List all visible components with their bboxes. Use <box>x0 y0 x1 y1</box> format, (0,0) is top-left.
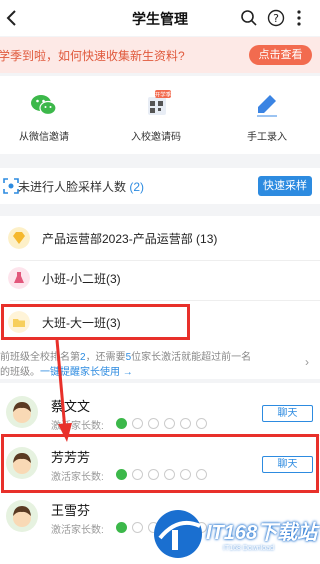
inactive-parent-icon <box>180 469 191 481</box>
inactive-parent-icon <box>180 418 191 430</box>
activated-parents-label: 激活家长数: <box>51 472 104 483</box>
face-sampling-count: (2) <box>129 180 145 194</box>
student-avatar <box>6 500 38 532</box>
svg-text:?: ? <box>273 12 279 25</box>
school-invite-code-button[interactable]: 开学季 入校邀请码 <box>111 90 201 143</box>
chat-button[interactable]: 聊天 <box>262 405 313 422</box>
activated-parents-label: 激活家长数: <box>51 525 104 536</box>
inactive-parent-icon <box>196 418 207 430</box>
student-avatar <box>6 447 38 479</box>
wechat-invite-button[interactable]: 从微信邀请 <box>0 90 89 143</box>
promo-text: 开学季到啦，如何快速收集新生资料? <box>0 49 185 63</box>
divider <box>10 300 320 301</box>
tip-middle: ，还需要 <box>85 352 126 363</box>
help-icon[interactable]: ? <box>267 9 285 27</box>
class-label: 小班-小二班(3) <box>42 272 121 286</box>
diamond-icon <box>8 227 30 249</box>
class-item[interactable]: 小班-小二班(3) <box>0 258 320 298</box>
qrcode-icon: 开学季 <box>148 90 171 115</box>
active-parent-icon <box>116 469 127 481</box>
annotation-arrow-icon <box>55 339 72 442</box>
student-avatar <box>6 396 38 428</box>
face-sampling-bar: 未进行人脸采样人数 (2) 快速采样 <box>0 168 320 204</box>
student-name: 芳芳芳 <box>51 450 91 465</box>
folder-icon <box>8 311 30 333</box>
chevron-right-icon[interactable]: › <box>305 355 309 369</box>
watermark: IT168下载站 IT168 Download <box>150 504 320 564</box>
flask-icon <box>8 267 30 289</box>
inactive-parent-icon <box>132 522 143 534</box>
parent-activation-status <box>116 415 212 430</box>
class-item[interactable]: 产品运营部2023-产品运营部 (13) <box>0 218 320 258</box>
class-label: 大班-大一班(3) <box>42 316 121 330</box>
watermark-title: IT168下载站 <box>206 522 318 544</box>
active-parent-icon <box>116 522 127 534</box>
student-row[interactable]: 蔡文文 激活家长数: 聊天 <box>0 387 320 445</box>
inactive-parent-icon <box>196 469 207 481</box>
inactive-parent-icon <box>132 469 143 481</box>
promo-banner: 开学季到啦，如何快速收集新生资料? 点击查看 <box>0 37 320 73</box>
new-term-badge: 开学季 <box>155 91 171 99</box>
tip-suffix: 位家长激活就能超过前一名 <box>131 352 252 363</box>
school-invite-code-label: 入校邀请码 <box>131 132 181 143</box>
inactive-parent-icon <box>164 469 175 481</box>
search-icon[interactable] <box>240 9 258 27</box>
inactive-parent-icon <box>164 418 175 430</box>
active-parent-icon <box>116 418 127 430</box>
class-item[interactable]: 大班-大一班(3) <box>0 302 320 342</box>
face-sampling-text: 未进行人脸采样人数 (2) <box>18 178 144 195</box>
view-button[interactable]: 点击查看 <box>249 45 312 65</box>
more-menu-icon[interactable] <box>290 9 308 27</box>
parent-activation-status <box>116 466 212 481</box>
top-bar: 学生管理 ? <box>0 0 320 36</box>
quick-sample-button[interactable]: 快速采样 <box>258 176 312 196</box>
watermark-subtitle: IT168 Download <box>223 545 274 552</box>
wechat-invite-label: 从微信邀请 <box>19 132 69 143</box>
face-sampling-label: 未进行人脸采样人数 <box>18 180 127 194</box>
invite-actions: 从微信邀请 开学季 入校邀请码 手工录入 <box>0 76 320 154</box>
student-row[interactable]: 芳芳芳 激活家长数: 聊天 <box>0 438 320 496</box>
inactive-parent-icon <box>148 418 159 430</box>
manual-entry-label: 手工录入 <box>247 132 287 143</box>
manual-entry-button[interactable]: 手工录入 <box>222 90 312 143</box>
inactive-parent-icon <box>148 469 159 481</box>
ranking-tip: 前班级全校排名第2，还需要5位家长激活就能超过前一名 的班级。一键提醒家长使用 … <box>0 344 320 378</box>
ranking-tip-text: 前班级全校排名第2，还需要5位家长激活就能超过前一名 <box>0 348 251 363</box>
class-label: 产品运营部2023-产品运营部 (13) <box>42 232 218 246</box>
tip-line2-text: 的班级。 <box>0 367 40 378</box>
pen-icon <box>257 95 277 117</box>
watermark-logo-icon <box>154 510 202 558</box>
wechat-icon <box>31 95 57 116</box>
student-name: 王雪芬 <box>51 503 91 518</box>
inactive-parent-icon <box>132 418 143 430</box>
chat-button[interactable]: 聊天 <box>262 456 313 473</box>
